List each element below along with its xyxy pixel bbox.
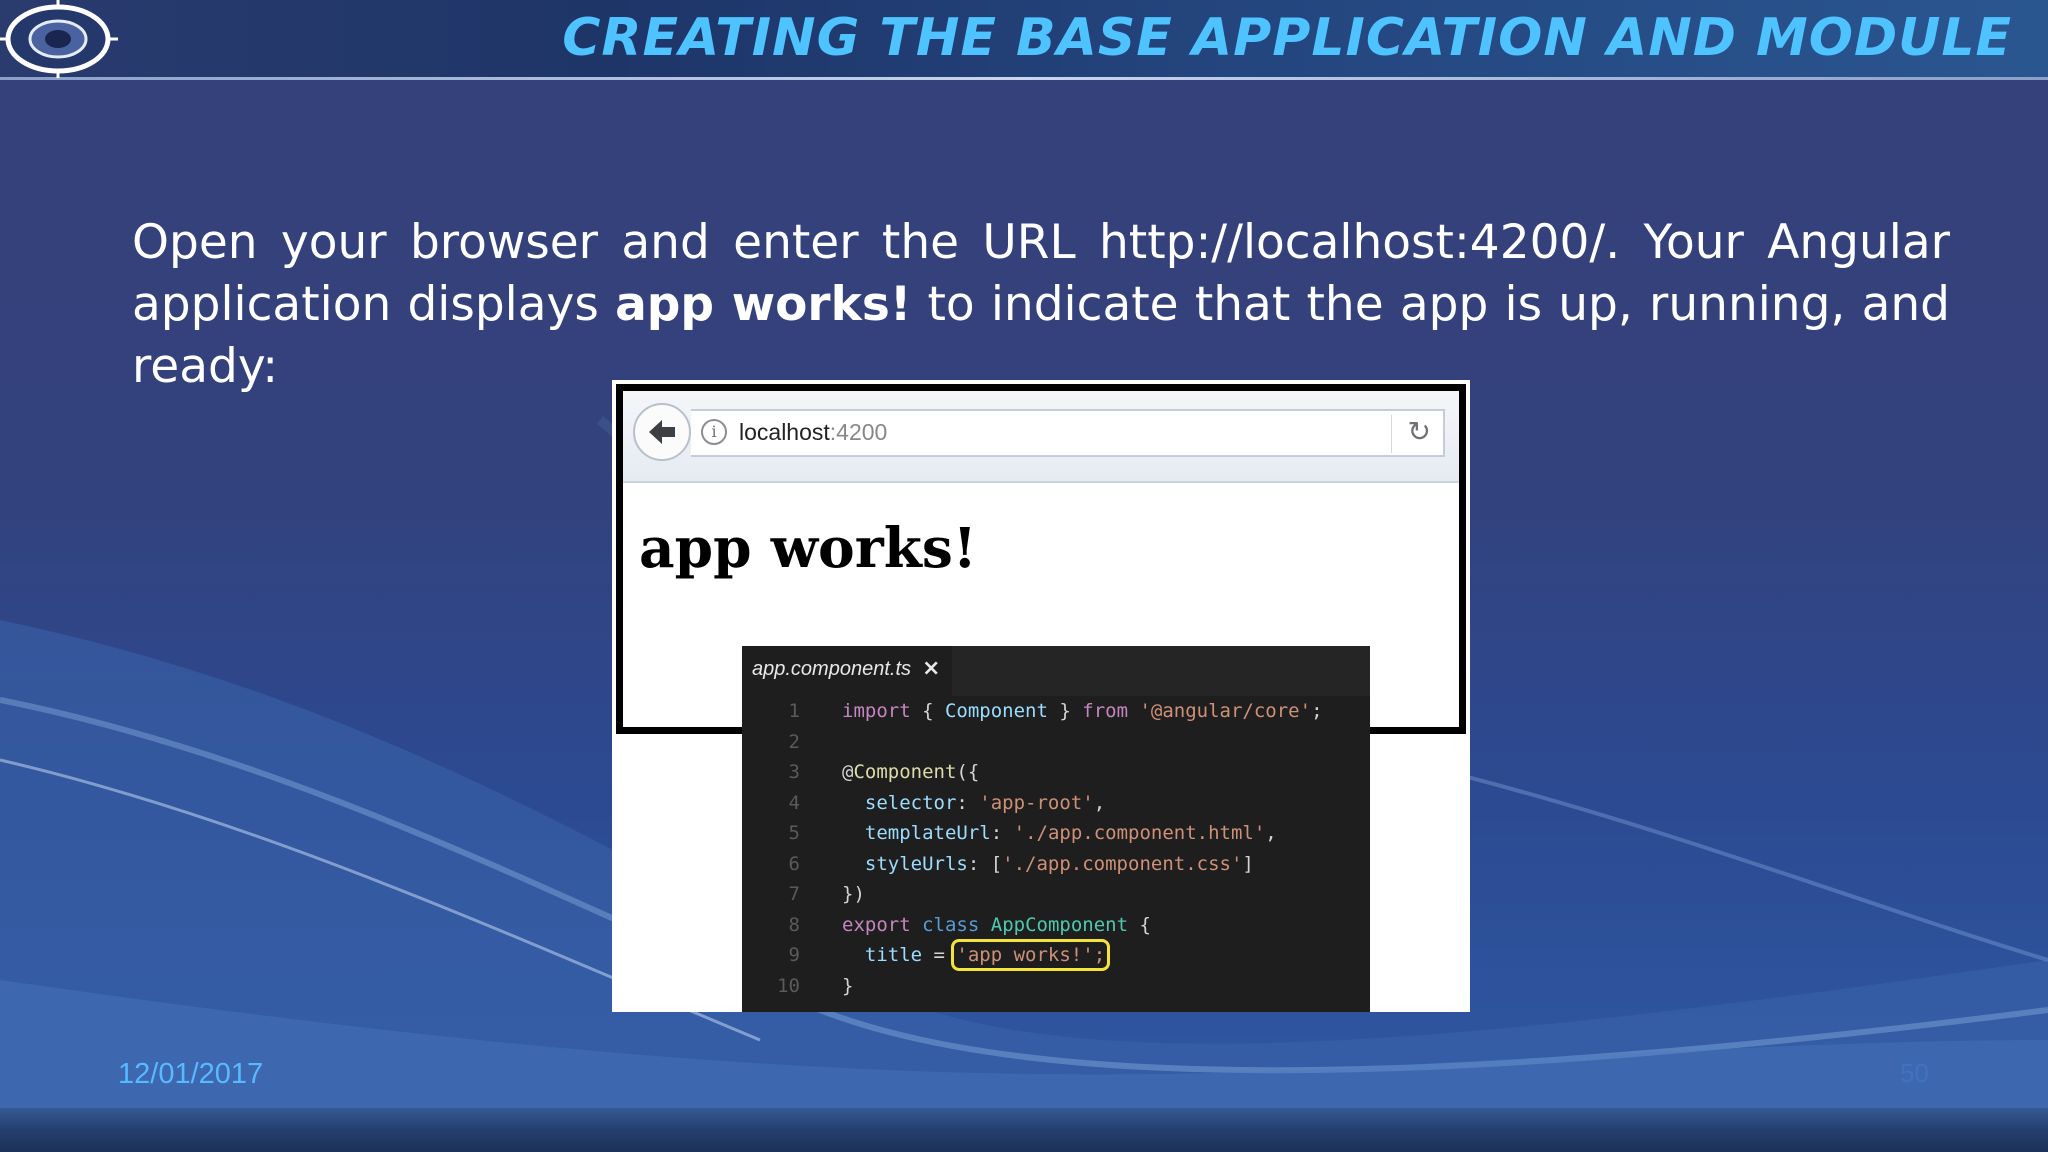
back-button[interactable] — [633, 403, 691, 461]
line-number: 6 — [788, 852, 800, 875]
code-token: : — [990, 822, 1014, 844]
code-token: AppComponent — [990, 913, 1129, 936]
code-token: } — [842, 974, 854, 997]
line-number: 3 — [788, 761, 800, 783]
code-token: { — [910, 700, 945, 722]
code-token: selector — [864, 791, 957, 814]
footer-date: 12/01/2017 — [118, 1058, 264, 1090]
line-number: 9 — [788, 944, 800, 966]
code-line: 6 styleUrls: ['./app.component.css'] — [742, 849, 1370, 880]
code-line: 5 templateUrl: './app.component.html', — [742, 818, 1370, 849]
bottom-band — [0, 1108, 2048, 1152]
code-token: 'app-root' — [979, 791, 1094, 814]
close-icon[interactable]: × — [922, 656, 940, 681]
code-token: './app.component.css' — [1002, 852, 1243, 875]
address-bar[interactable]: i localhost:4200 ↻ — [691, 409, 1445, 457]
highlighted-code: 'app works!'; — [951, 939, 1111, 971]
editor-tab[interactable]: app.component.ts × — [742, 646, 952, 696]
reload-icon[interactable]: ↻ — [1408, 415, 1431, 448]
slide-title: CREATING THE BASE APPLICATION AND MODULE — [562, 8, 2012, 68]
body-paragraph: Open your browser and enter the URL http… — [132, 212, 1950, 398]
info-icon[interactable]: i — [701, 419, 727, 445]
code-token: from — [1082, 700, 1129, 722]
code-line: 9 title = 'app works!'; — [742, 939, 1370, 971]
line-number: 1 — [788, 700, 800, 722]
code-token: templateUrl — [864, 822, 991, 844]
code-line: 10} — [742, 971, 1370, 1002]
address-bar-separator — [1391, 415, 1392, 453]
browser-toolbar: i localhost:4200 ↻ — [623, 391, 1459, 483]
code-lines: 1 import { Component } from '@angular/cor… — [742, 696, 1370, 1001]
code-token: export — [842, 913, 911, 936]
code-token: Component — [944, 700, 1048, 722]
code-token: , — [1265, 822, 1277, 844]
code-line: 7}) — [742, 879, 1370, 910]
code-token: }) — [842, 883, 865, 905]
url-host: localhost — [739, 419, 830, 445]
code-token: ; — [1311, 700, 1323, 722]
code-token: } — [1047, 700, 1083, 722]
body-text-bold: app works! — [615, 277, 912, 332]
page-number: 50 — [1900, 1058, 1929, 1088]
header-divider — [0, 77, 2048, 80]
code-token: '@angular/core' — [1139, 700, 1312, 722]
code-token: Component — [853, 761, 957, 783]
code-line: 8 export class AppComponent { — [742, 910, 1370, 941]
code-token: { — [1128, 913, 1151, 936]
logo-icon — [0, 0, 118, 78]
code-token: class — [922, 913, 980, 936]
code-token: title — [864, 944, 923, 966]
line-number: 8 — [788, 913, 800, 936]
code-token: ({ — [956, 761, 980, 783]
line-number: 7 — [788, 883, 800, 905]
url-port: :4200 — [829, 419, 888, 445]
editor-tab-label: app.component.ts — [752, 658, 911, 680]
code-token: = — [922, 944, 957, 966]
app-heading: app works! — [639, 515, 977, 580]
code-token: : — [956, 791, 980, 814]
code-editor: app.component.ts × 1 import { Component }… — [742, 646, 1370, 1012]
line-number: 4 — [788, 791, 800, 814]
code-token: import — [842, 700, 911, 722]
line-number: 10 — [777, 974, 800, 997]
code-token: , — [1093, 791, 1106, 814]
code-line: 2 — [742, 727, 1370, 758]
code-token: ] — [1242, 852, 1254, 875]
code-line: 3 @Component({ — [742, 757, 1370, 788]
slide: CREATING THE BASE APPLICATION AND MODULE… — [0, 0, 2048, 1152]
screenshot-figure: i localhost:4200 ↻ app works! app.compon… — [612, 380, 1470, 1012]
code-line: 1 import { Component } from '@angular/cor… — [742, 696, 1370, 727]
code-token: @ — [842, 761, 854, 783]
code-token: styleUrls — [864, 852, 968, 875]
editor-tab-bar: app.component.ts × — [742, 646, 1370, 696]
code-line: 4 selector: 'app-root', — [742, 788, 1370, 819]
url-text: localhost:4200 — [739, 419, 887, 446]
code-token: './app.component.html' — [1013, 822, 1266, 844]
back-arrow-icon — [649, 420, 675, 444]
line-number: 5 — [788, 822, 800, 844]
line-number: 2 — [788, 730, 800, 753]
code-token: : [ — [967, 852, 1003, 875]
